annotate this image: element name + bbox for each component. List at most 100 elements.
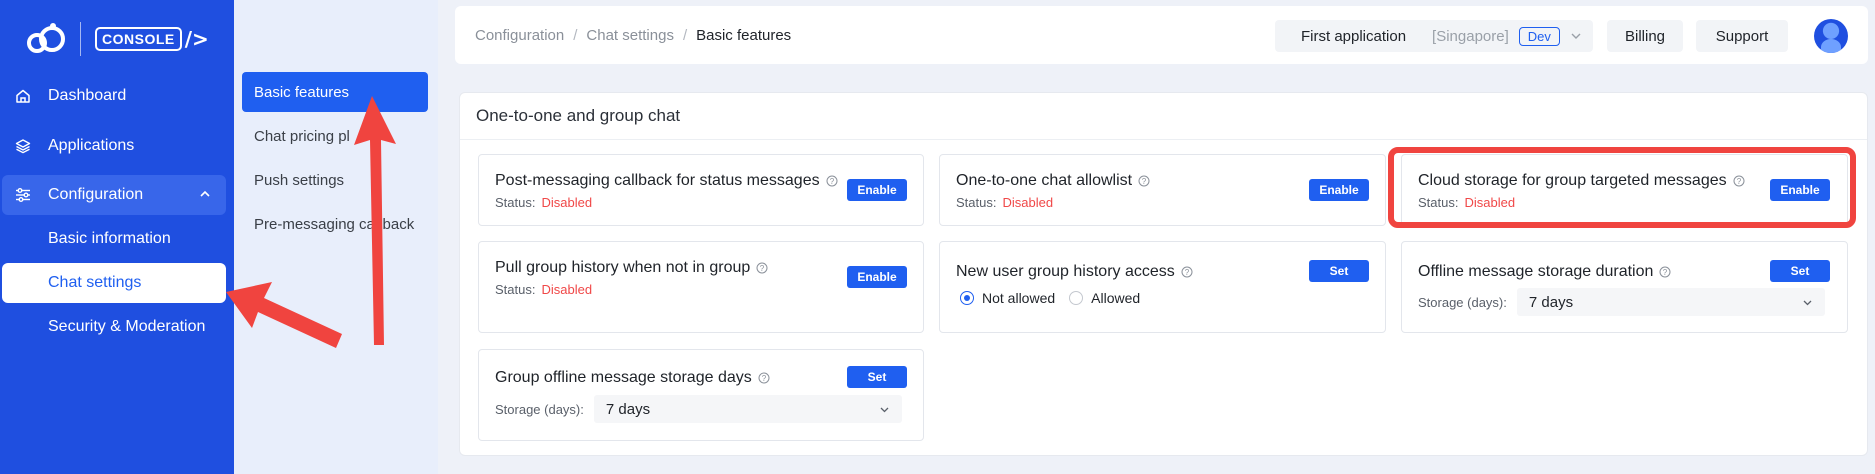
card-title-text: New user group history access [956,263,1175,280]
card-offline-storage-duration: Offline message storage duration ? Set S… [1401,241,1848,333]
card-title-text: Post-messaging callback for status messa… [495,172,820,189]
status-value: Disabled [1002,195,1054,210]
radio-not-allowed-label: Not allowed [982,290,1056,306]
brand-divider [80,22,81,56]
chevron-down-icon [1803,300,1812,306]
card-title-text: Group offline message storage days [495,369,752,386]
status-line: Status: Disabled [495,195,592,210]
nav-basic-information[interactable]: Basic information [2,219,226,259]
radio-allowed[interactable] [1069,291,1084,305]
status-line: Status: Disabled [956,195,1053,210]
home-icon [14,87,32,105]
nav-configuration-label: Configuration [48,186,144,203]
layers-icon [14,137,32,155]
storage-days-select[interactable]: 7 days [1516,288,1825,316]
svg-text:?: ? [1663,268,1668,277]
status-label: Status: [956,195,997,210]
nav-applications[interactable]: Applications [2,126,226,166]
breadcrumb-separator: / [682,26,688,44]
card-new-user-history-access: New user group history access ? Not allo… [939,241,1386,333]
enable-button[interactable]: Enable [1309,179,1369,201]
card-title: Group offline message storage days ? [495,369,770,387]
subnav-basic-features[interactable]: Basic features [242,72,428,112]
settings-subnav: Basic features Chat pricing pl Push sett… [234,0,438,474]
subnav-pre-messaging-callback[interactable]: Pre-messaging ca llback [242,204,428,244]
highlight-box [1388,147,1856,228]
panel-divider [460,139,1867,140]
set-button[interactable]: Set [1770,260,1830,282]
avatar[interactable] [1814,19,1848,53]
set-button[interactable]: Set [847,366,907,388]
breadcrumb: Configuration / Chat settings / Basic fe… [475,6,791,64]
help-icon[interactable]: ? [1181,266,1193,278]
nav-dashboard[interactable]: Dashboard [2,76,226,116]
chevron-up-icon [200,190,210,197]
card-title-text: One-to-one chat allowlist [956,172,1133,189]
card-title: Post-messaging callback for status messa… [495,172,838,190]
enable-button[interactable]: Enable [847,179,907,201]
card-title: One-to-one chat allowlist ? [956,172,1150,190]
storage-row: Storage (days): 7 days [495,395,902,423]
brand[interactable]: CONSOLE /> [22,18,209,60]
subnav-pre-messaging-label: Pre-messaging ca [254,215,375,233]
card-title: Offline message storage duration ? [1418,263,1671,281]
card-one-to-one-allowlist: One-to-one chat allowlist ? Status: Disab… [939,154,1386,226]
subnav-chat-pricing[interactable]: Chat pricing pl [242,116,428,156]
sidebar: CONSOLE /> Dashboard Applications Config… [0,0,234,474]
history-access-radio-group: Not allowed Allowed [960,290,1140,306]
card-pull-group-history: Pull group history when not in group ? S… [478,241,924,333]
sliders-icon [14,186,32,204]
svg-text:?: ? [760,264,765,273]
nav-applications-label: Applications [48,137,135,154]
app-env-badge: Dev [1518,26,1560,46]
help-icon[interactable]: ? [758,372,770,384]
enable-button[interactable]: Enable [847,266,907,288]
status-value: Disabled [541,195,593,210]
logo-icon [27,23,65,53]
help-icon[interactable]: ? [756,262,768,274]
svg-text:?: ? [762,374,767,383]
breadcrumb-configuration[interactable]: Configuration [475,27,564,44]
breadcrumb-chat-settings[interactable]: Chat settings [586,27,674,44]
status-label: Status: [495,195,536,210]
nav-configuration[interactable]: Configuration [2,175,226,215]
top-header: Configuration / Chat settings / Basic fe… [455,6,1868,64]
svg-text:?: ? [829,177,834,186]
subnav-push-settings[interactable]: Push settings [242,160,428,200]
billing-button[interactable]: Billing [1607,20,1683,52]
card-title-text: Offline message storage duration [1418,263,1654,280]
console-wordmark: CONSOLE /> [95,27,209,51]
storage-days-select[interactable]: 7 days [593,395,902,423]
subnav-pre-messaging-label-tail: llback [375,215,415,233]
nav-dashboard-label: Dashboard [48,87,127,104]
card-group-offline-storage: Group offline message storage days ? Set… [478,349,924,441]
chevron-down-icon [880,407,889,413]
help-icon[interactable]: ? [826,175,838,187]
status-line: Status: Disabled [495,282,592,297]
storage-row: Storage (days): 7 days [1418,288,1825,316]
svg-text:?: ? [1142,177,1147,186]
breadcrumb-basic-features: Basic features [696,26,792,44]
support-button[interactable]: Support [1696,20,1788,52]
help-icon[interactable]: ? [1659,266,1671,278]
breadcrumb-separator: / [573,26,578,44]
app-switcher[interactable]: First application [Singapore] Dev [1275,20,1593,52]
help-icon[interactable]: ? [1138,175,1150,187]
card-title-text: Pull group history when not in group [495,259,751,276]
storage-days-value: 7 days [605,400,651,418]
radio-allowed-label: Allowed [1091,290,1141,306]
set-button[interactable]: Set [1309,260,1369,282]
app-name: First application [1301,27,1407,45]
storage-label: Storage (days): [1418,294,1507,310]
app-region: [Singapore] [1432,27,1509,45]
card-post-messaging-callback: Post-messaging callback for status messa… [478,154,924,226]
storage-days-value: 7 days [1528,293,1574,311]
nav-security-moderation[interactable]: Security & Moderation [2,307,226,347]
nav-chat-settings[interactable]: Chat settings [2,263,226,303]
card-title: New user group history access ? [956,263,1193,281]
status-label: Status: [495,282,536,297]
svg-text:?: ? [1185,268,1190,277]
storage-label: Storage (days): [495,401,584,417]
radio-not-allowed[interactable] [960,291,974,305]
card-title: Pull group history when not in group ? [495,259,768,277]
